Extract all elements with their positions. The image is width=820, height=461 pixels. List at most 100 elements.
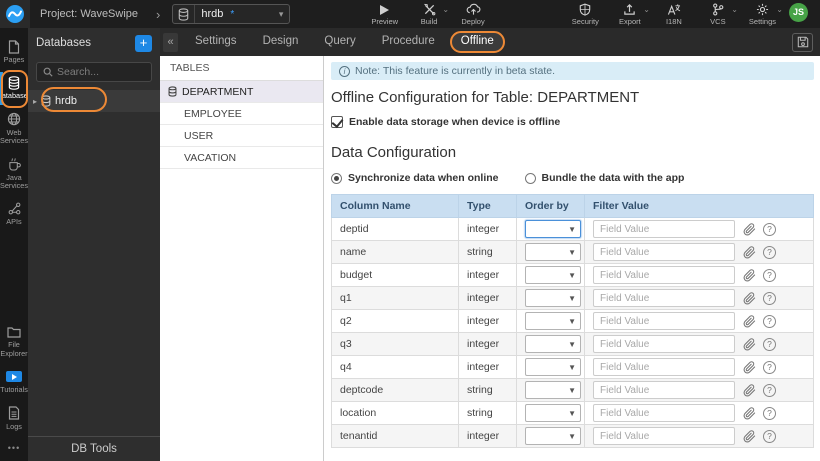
gear-icon: [756, 3, 769, 17]
order-by-select[interactable]: ▼: [525, 335, 581, 353]
sidebar-item-web-services[interactable]: Web Services: [0, 107, 28, 152]
preview-button[interactable]: Preview: [371, 3, 398, 26]
tab-offline[interactable]: Offline: [448, 28, 507, 56]
order-by-select[interactable]: ▼: [525, 243, 581, 261]
sidebar-item-pages[interactable]: Pages: [0, 34, 28, 70]
header-type: Type: [458, 194, 517, 218]
table-item-employee[interactable]: EMPLOYEE: [160, 103, 323, 125]
tab-procedure[interactable]: Procedure: [369, 28, 448, 56]
header-column-name: Column Name: [331, 194, 459, 218]
filter-value-input[interactable]: [593, 312, 735, 330]
table-row: deptid integer ▼ ?: [331, 217, 814, 241]
sidebar-item-java-services[interactable]: Java Services: [0, 152, 28, 197]
order-by-select[interactable]: ▼: [525, 312, 581, 330]
table-item-user[interactable]: USER: [160, 125, 323, 147]
help-icon[interactable]: ?: [763, 268, 776, 282]
bind-link-icon[interactable]: [743, 360, 756, 374]
chevron-down-icon: ▼: [568, 316, 576, 326]
search-input[interactable]: [57, 66, 147, 78]
help-icon[interactable]: ?: [763, 245, 776, 259]
bundle-data-option[interactable]: Bundle the data with the app: [524, 172, 684, 184]
tab-design[interactable]: Design: [250, 28, 312, 56]
filter-value-input[interactable]: [593, 404, 735, 422]
expand-arrow-icon[interactable]: ▸: [33, 97, 37, 106]
tab-settings[interactable]: Settings: [182, 28, 250, 56]
bind-link-icon[interactable]: [743, 314, 756, 328]
enable-offline-checkbox[interactable]: [331, 116, 343, 128]
bind-link-icon[interactable]: [743, 222, 756, 236]
help-icon[interactable]: ?: [763, 291, 776, 305]
help-icon[interactable]: ?: [763, 314, 776, 328]
db-tools-button[interactable]: DB Tools: [28, 436, 160, 461]
order-by-select[interactable]: ▼: [525, 220, 581, 238]
table-row: q2 integer ▼ ?: [331, 309, 814, 333]
filter-value-input[interactable]: [593, 243, 735, 261]
add-database-button[interactable]: +: [135, 34, 152, 52]
filter-value-input[interactable]: [593, 289, 735, 307]
workspace: « Settings Design Query Procedure Offlin…: [160, 28, 820, 461]
order-by-select[interactable]: ▼: [525, 381, 581, 399]
bind-link-icon[interactable]: [743, 268, 756, 282]
table-row: q4 integer ▼ ?: [331, 355, 814, 379]
bind-link-icon[interactable]: [743, 245, 756, 259]
col-name: q4: [331, 355, 459, 379]
more-options-button[interactable]: •••: [0, 437, 28, 461]
help-icon[interactable]: ?: [763, 429, 776, 443]
sidebar-item-apis[interactable]: APIs: [0, 196, 28, 232]
sidebar-item-file-explorer[interactable]: File Explorer: [0, 319, 28, 364]
help-icon[interactable]: ?: [763, 222, 776, 236]
bind-link-icon[interactable]: [743, 337, 756, 351]
collapse-panel-button[interactable]: «: [163, 32, 178, 52]
help-icon[interactable]: ?: [763, 383, 776, 397]
export-icon: [623, 3, 636, 17]
vcs-button[interactable]: VCS ⌄: [705, 3, 738, 26]
filter-value-input[interactable]: [593, 358, 735, 376]
databases-panel: Databases + ▸ hrdb: [28, 28, 160, 461]
bind-link-icon[interactable]: [743, 291, 756, 305]
help-icon[interactable]: ?: [763, 406, 776, 420]
settings-button[interactable]: Settings ⌄: [749, 3, 783, 26]
database-tree-item-hrdb[interactable]: ▸ hrdb: [28, 87, 160, 112]
help-icon[interactable]: ?: [763, 360, 776, 374]
wavemaker-logo[interactable]: [0, 0, 30, 28]
order-by-select[interactable]: ▼: [525, 358, 581, 376]
export-button[interactable]: Export ⌄: [617, 3, 650, 26]
bind-link-icon[interactable]: [743, 429, 756, 443]
sidebar-item-logs[interactable]: Logs: [0, 401, 28, 437]
order-by-select[interactable]: ▼: [525, 289, 581, 307]
sidebar-item-tutorials[interactable]: Tutorials: [0, 364, 28, 400]
chevron-down-icon: ⌄: [776, 4, 783, 14]
tab-query[interactable]: Query: [311, 28, 368, 56]
table-item-vacation[interactable]: VACATION: [160, 147, 323, 169]
sync-online-radio[interactable]: [331, 172, 342, 184]
table-row: tenantid integer ▼ ?: [331, 424, 814, 448]
database-icon: [173, 5, 196, 23]
help-icon[interactable]: ?: [763, 337, 776, 351]
bind-link-icon[interactable]: [743, 406, 756, 420]
table-item-department[interactable]: DEPARTMENT: [160, 81, 323, 103]
build-button[interactable]: Build ⌄: [416, 3, 449, 26]
enable-offline-storage-option[interactable]: Enable data storage when device is offli…: [331, 116, 814, 128]
filter-value-input[interactable]: [593, 335, 735, 353]
filter-value-input[interactable]: [593, 381, 735, 399]
order-by-select[interactable]: ▼: [525, 404, 581, 422]
database-selector[interactable]: hrdb * ▾: [172, 4, 291, 24]
sync-online-option[interactable]: Synchronize data when online: [331, 172, 499, 184]
chevron-down-icon: ▾: [278, 8, 284, 19]
order-by-select[interactable]: ▼: [525, 266, 581, 284]
filter-value-input[interactable]: [593, 427, 735, 445]
security-button[interactable]: Security: [572, 3, 599, 26]
filter-value-input[interactable]: [593, 266, 735, 284]
app-window: Project: WaveSwipe › hrdb * ▾ Preview Bu…: [0, 0, 820, 461]
table-row: budget integer ▼ ?: [331, 263, 814, 287]
bundle-data-radio[interactable]: [524, 172, 536, 184]
bind-link-icon[interactable]: [743, 383, 756, 397]
database-search[interactable]: [36, 62, 152, 82]
deploy-button[interactable]: Deploy: [460, 3, 486, 26]
user-avatar[interactable]: JS: [789, 2, 808, 22]
filter-value-input[interactable]: [593, 220, 735, 238]
sidebar-item-databases[interactable]: Databases: [0, 70, 31, 108]
i18n-button[interactable]: I18N: [661, 3, 687, 26]
save-button[interactable]: [792, 32, 813, 52]
order-by-select[interactable]: ▼: [525, 427, 581, 445]
